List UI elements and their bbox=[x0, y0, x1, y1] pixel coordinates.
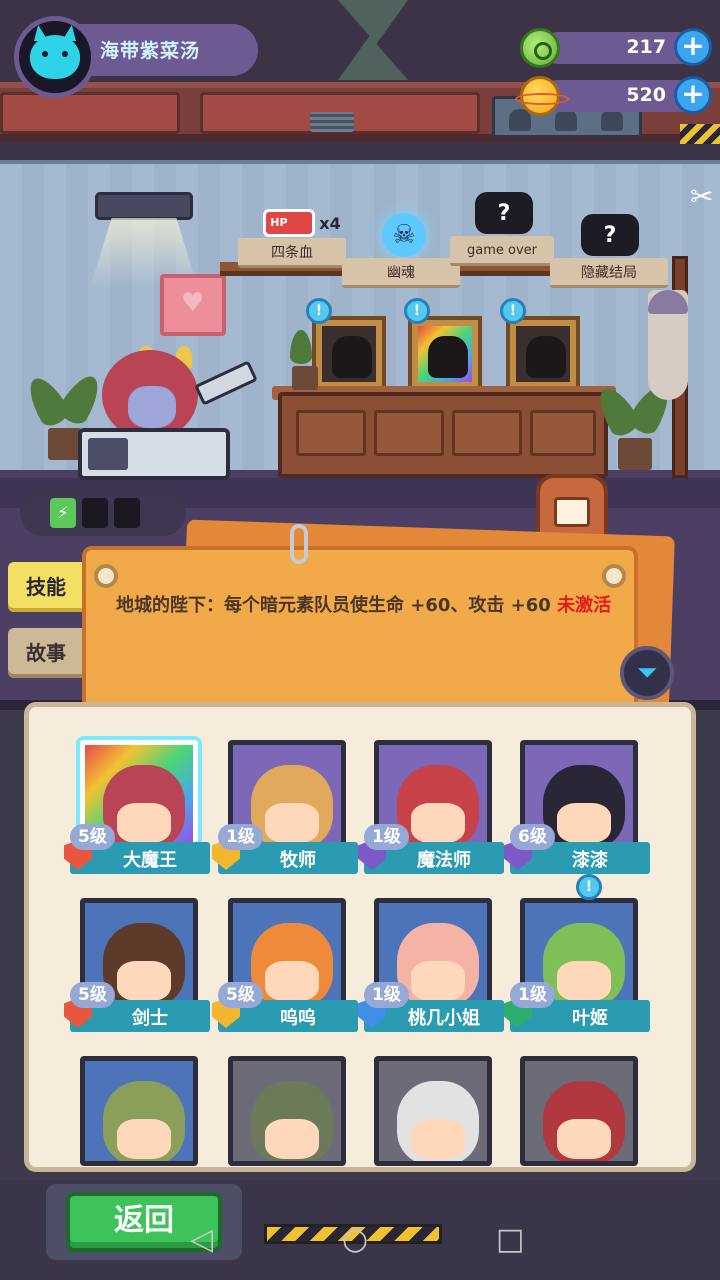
console-machine bbox=[78, 428, 230, 480]
achievement-label: 幽魂 bbox=[342, 258, 460, 288]
gem-count: 217 bbox=[626, 36, 666, 58]
alert-bubble-icon[interactable]: ! bbox=[576, 874, 602, 900]
character-card[interactable]: 叶姬 1级! bbox=[504, 874, 650, 1032]
skill-note: 地城的陛下：每个暗元素队员使生命 +60、攻击 +60 未激活 bbox=[82, 546, 638, 724]
character-card[interactable] bbox=[70, 1046, 210, 1166]
level-badge: 5级 bbox=[70, 824, 115, 850]
achievement-label: 四条血 bbox=[238, 238, 346, 268]
projector-icon bbox=[95, 192, 193, 220]
book-icon bbox=[554, 497, 590, 527]
character-card[interactable]: 剑士 5级 bbox=[64, 888, 210, 1032]
player-name: 海带紫菜汤 bbox=[100, 40, 201, 62]
battery-empty-icon bbox=[82, 498, 108, 528]
currency-gems: 217 + bbox=[520, 28, 714, 68]
skill-status: 未激活 bbox=[557, 595, 612, 616]
achievement-label: 隐藏结局 bbox=[550, 258, 668, 288]
battery-empty-icon bbox=[114, 498, 140, 528]
character-card[interactable]: 魔法师 1级 bbox=[358, 730, 504, 874]
energy-battery: ⚡ bbox=[20, 490, 186, 536]
coin-count: 520 bbox=[626, 84, 666, 106]
level-badge: 5级 bbox=[70, 982, 115, 1008]
character-portrait bbox=[374, 1056, 492, 1166]
alert-bubble-icon[interactable]: ! bbox=[404, 298, 430, 324]
character-portrait bbox=[228, 1056, 346, 1166]
character-card[interactable] bbox=[218, 1046, 358, 1166]
green-gem-icon bbox=[520, 28, 560, 68]
filter-icon: ⏷ bbox=[636, 658, 658, 688]
character-card[interactable]: 呜呜 5级 bbox=[212, 888, 358, 1032]
tab-story[interactable]: 故事 bbox=[8, 628, 84, 678]
currency-coins: 520 + bbox=[515, 76, 714, 116]
character-portrait bbox=[520, 1056, 638, 1166]
battery-charged-icon: ⚡ bbox=[50, 498, 76, 528]
ghost-skull-icon[interactable]: ☠ bbox=[374, 212, 434, 258]
character-card[interactable] bbox=[364, 1046, 504, 1166]
character-card[interactable]: 牧师 1级 bbox=[212, 730, 358, 874]
machine-box bbox=[0, 92, 180, 134]
gold-planet-icon bbox=[515, 76, 569, 116]
add-gems-button[interactable]: + bbox=[674, 28, 712, 66]
level-badge: 6级 bbox=[510, 824, 555, 850]
scissors-icon[interactable]: ✂ bbox=[690, 180, 720, 224]
character-card[interactable] bbox=[510, 1046, 650, 1166]
character-portrait bbox=[80, 1056, 198, 1166]
locked-portrait-frame[interactable] bbox=[408, 316, 482, 392]
alert-bubble-icon[interactable]: ! bbox=[500, 298, 526, 324]
hp-label: HP bbox=[263, 209, 316, 237]
paperclip-icon bbox=[290, 524, 308, 564]
hazard-stripe bbox=[680, 124, 720, 144]
pin-icon bbox=[602, 564, 626, 588]
alert-bubble-icon[interactable]: ! bbox=[306, 298, 332, 324]
desk bbox=[278, 392, 608, 478]
filter-button[interactable]: ⏷ bbox=[620, 646, 674, 700]
character-card[interactable]: 漆漆 6级 bbox=[504, 730, 650, 874]
android-recents-icon[interactable]: □ bbox=[496, 1222, 524, 1257]
level-badge: 1级 bbox=[364, 982, 409, 1008]
android-back-icon[interactable]: ◁ bbox=[190, 1222, 213, 1257]
tab-skill[interactable]: 技能 bbox=[8, 562, 84, 612]
potted-plant-icon bbox=[286, 330, 326, 390]
add-coins-button[interactable]: + bbox=[674, 76, 712, 114]
mystery-tv-icon[interactable]: ? bbox=[580, 212, 640, 258]
pin-icon bbox=[94, 564, 118, 588]
character-card[interactable]: 桃几小姐 1级 bbox=[358, 888, 504, 1032]
level-badge: 1级 bbox=[364, 824, 409, 850]
cat-avatar-icon bbox=[30, 35, 80, 79]
heart-picture-frame bbox=[160, 274, 226, 336]
locked-portrait-frame[interactable] bbox=[506, 316, 580, 392]
hp-multiplier: x4 bbox=[319, 213, 341, 233]
achievement-label: game over bbox=[450, 236, 554, 266]
android-home-icon[interactable]: ○ bbox=[342, 1222, 368, 1257]
avatar[interactable] bbox=[14, 16, 96, 98]
level-badge: 1级 bbox=[218, 824, 263, 850]
character-card[interactable]: 大魔王 5级 bbox=[64, 730, 210, 874]
level-badge: 5级 bbox=[218, 982, 263, 1008]
mystery-tv-icon[interactable]: ? bbox=[474, 190, 534, 236]
level-badge: 1级 bbox=[510, 982, 555, 1008]
vent-icon bbox=[310, 112, 354, 132]
skill-description: 地城的陛下：每个暗元素队员使生命 +60、攻击 +60 未激活 bbox=[116, 595, 612, 616]
